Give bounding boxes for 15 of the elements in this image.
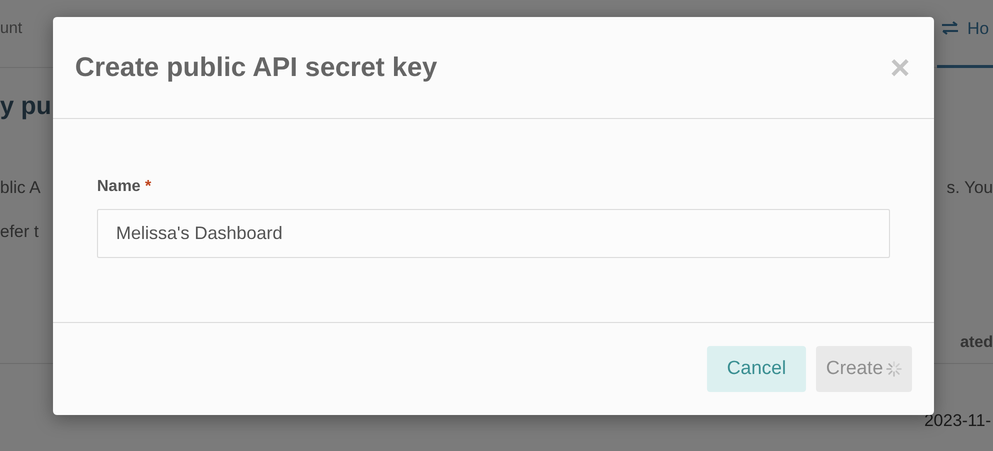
paragraph-text: s. You	[946, 176, 993, 199]
column-header: ated	[960, 333, 993, 353]
dialog-title: Create public API secret key	[75, 51, 438, 84]
paragraph-text: efer t	[0, 220, 39, 243]
nav-tab[interactable]: Ho	[937, 16, 993, 68]
nav-link-text[interactable]: unt	[0, 17, 22, 67]
swap-icon	[941, 21, 960, 36]
close-button[interactable]: ×	[888, 50, 912, 84]
name-field[interactable]: Melissa's Dashboard	[97, 209, 890, 258]
page-heading: y pu	[0, 91, 52, 122]
spinner-icon	[886, 361, 902, 377]
table-cell-text: 2023-11-	[924, 410, 991, 432]
cancel-button[interactable]: Cancel	[707, 346, 806, 392]
field-label: Name *	[97, 177, 152, 197]
paragraph-text: blic A	[0, 176, 41, 199]
